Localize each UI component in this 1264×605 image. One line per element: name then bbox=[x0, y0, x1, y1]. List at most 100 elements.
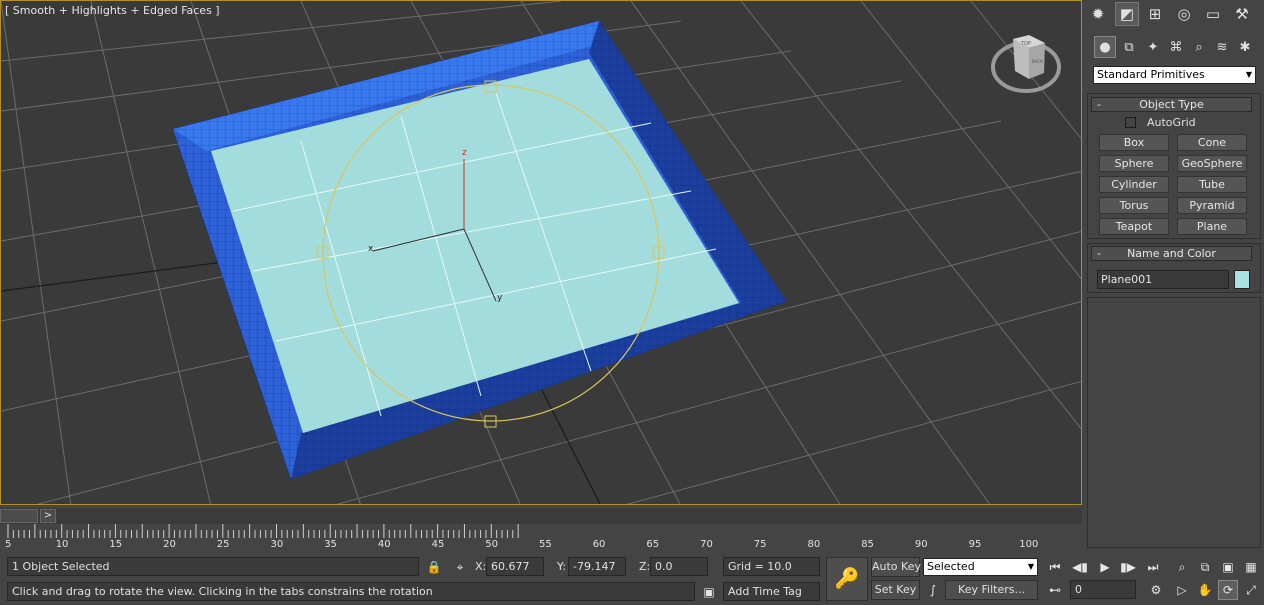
track-bar-tick-label: 80 bbox=[807, 539, 821, 550]
systems-icon[interactable]: ✱ bbox=[1234, 36, 1256, 58]
cameras-icon[interactable]: ⌘ bbox=[1165, 36, 1187, 58]
set-key-icon[interactable]: 🔑 bbox=[826, 557, 868, 601]
track-bar-tick-label: 25 bbox=[216, 539, 230, 550]
viewcube[interactable]: TOP BACK bbox=[991, 35, 1061, 93]
helpers-icon[interactable]: ⌕ bbox=[1188, 36, 1210, 58]
track-bar-tick-label: 70 bbox=[700, 539, 713, 550]
motion-icon[interactable]: ◎ bbox=[1172, 2, 1196, 26]
track-bar-tick-label: 45 bbox=[431, 539, 445, 550]
autogrid-checkbox[interactable] bbox=[1125, 117, 1136, 128]
x-coordinate-field[interactable]: 60.677 bbox=[486, 557, 544, 576]
tube-button[interactable]: Tube bbox=[1177, 176, 1247, 193]
key-mode-dropdown[interactable]: Selected ▼ bbox=[923, 558, 1038, 576]
track-bar-tick-label: 90 bbox=[914, 539, 928, 550]
track-bar-ticks bbox=[7, 524, 519, 538]
add-time-tag-button[interactable]: Add Time Tag bbox=[723, 582, 820, 601]
track-bar-tick-label: 100 bbox=[1019, 539, 1039, 550]
teapot-button[interactable]: Teapot bbox=[1099, 218, 1169, 235]
utilities-icon[interactable]: ⚒ bbox=[1230, 2, 1254, 26]
prompt-line: Click and drag to rotate the view. Click… bbox=[7, 582, 695, 601]
selection-status: 1 Object Selected bbox=[7, 557, 419, 576]
sphere-button[interactable]: Sphere bbox=[1099, 155, 1169, 172]
create-icon[interactable]: ✹ bbox=[1086, 2, 1110, 26]
y-coordinate-field[interactable]: -79.147 bbox=[568, 557, 626, 576]
lights-icon[interactable]: ✦ bbox=[1142, 36, 1164, 58]
object-type-header[interactable]: - Object Type bbox=[1091, 97, 1252, 112]
torus-button[interactable]: Torus bbox=[1099, 197, 1169, 214]
time-tag-icon[interactable]: ▣ bbox=[699, 582, 719, 602]
zoom-extents-all-icon[interactable]: ▦ bbox=[1241, 557, 1261, 577]
shapes-icon[interactable]: ⧉ bbox=[1118, 36, 1140, 58]
autogrid-label: AutoGrid bbox=[1147, 116, 1196, 129]
lock-selection-icon[interactable]: 🔒 bbox=[424, 557, 444, 577]
perspective-viewport[interactable]: z x y TOP BACK [ Smooth + Highlights + E… bbox=[0, 0, 1082, 505]
track-bar-tick-label: 40 bbox=[377, 539, 391, 550]
track-bar-tick-label: 10 bbox=[55, 539, 69, 550]
time-configuration-icon[interactable]: ⚙ bbox=[1146, 580, 1166, 600]
previous-frame-icon[interactable]: ◀▮ bbox=[1070, 557, 1090, 577]
track-bar-tick-label: 95 bbox=[968, 539, 982, 550]
zoom-extents-icon[interactable]: ▣ bbox=[1218, 557, 1238, 577]
cylinder-button[interactable]: Cylinder bbox=[1099, 176, 1169, 193]
maximize-viewport-icon[interactable]: ⤢ bbox=[1241, 580, 1261, 600]
track-bar-tick-label: 50 bbox=[485, 539, 499, 550]
svg-text:TOP: TOP bbox=[1020, 41, 1031, 47]
name-color-header[interactable]: - Name and Color bbox=[1091, 246, 1252, 261]
x-label: X: bbox=[475, 560, 487, 573]
cone-button[interactable]: Cone bbox=[1177, 134, 1247, 151]
track-bar-tick-label: 75 bbox=[753, 539, 767, 550]
grid-size-display: Grid = 10.0 bbox=[723, 557, 820, 576]
track-bar-tick-label: 35 bbox=[324, 539, 337, 550]
track-bar-tick-label: 65 bbox=[646, 539, 660, 550]
track-bar[interactable]: 5 10 15 20 25 30 35 40 45 50 55 60 65 70 75 80 85 90 95 100 bbox=[0, 524, 1082, 554]
track-bar-tick-label: 85 bbox=[861, 539, 874, 550]
plane-button[interactable]: Plane bbox=[1177, 218, 1247, 235]
track-bar-tick-label: 30 bbox=[270, 539, 284, 550]
go-to-end-icon[interactable]: ⏭ bbox=[1143, 557, 1163, 577]
time-slider-next-button[interactable]: > bbox=[40, 509, 56, 523]
box-button[interactable]: Box bbox=[1099, 134, 1169, 151]
geosphere-button[interactable]: GeoSphere bbox=[1177, 155, 1247, 172]
track-bar-tick-label: 60 bbox=[592, 539, 606, 550]
axis-label-x: x bbox=[368, 244, 374, 254]
geometry-icon[interactable]: ● bbox=[1094, 36, 1116, 58]
track-bar-tick-label: 55 bbox=[539, 539, 552, 550]
z-label: Z: bbox=[639, 560, 651, 573]
set-key-button[interactable]: Set Key bbox=[871, 580, 920, 600]
next-frame-icon[interactable]: ▮▶ bbox=[1118, 557, 1138, 577]
track-bar-tick-label: 20 bbox=[163, 539, 176, 550]
auto-key-button[interactable]: Auto Key bbox=[871, 557, 921, 577]
time-slider-track[interactable] bbox=[0, 508, 1082, 524]
axis-label-z: z bbox=[462, 148, 467, 158]
track-bar-tick-label: 15 bbox=[109, 539, 123, 550]
modify-icon[interactable]: ◩ bbox=[1115, 2, 1139, 26]
z-coordinate-field[interactable]: 0.0 bbox=[650, 557, 708, 576]
display-icon[interactable]: ▭ bbox=[1201, 2, 1225, 26]
object-name-field[interactable]: Plane001 bbox=[1097, 270, 1229, 289]
key-mode-toggle-icon[interactable]: ⊷ bbox=[1045, 580, 1065, 600]
curve-editor-icon[interactable]: ∫ bbox=[923, 580, 943, 600]
track-bar-tick-label: 5 bbox=[5, 539, 12, 550]
axis-label-y: y bbox=[497, 293, 503, 303]
hierarchy-icon[interactable]: ⊞ bbox=[1143, 2, 1167, 26]
y-label: Y: bbox=[557, 560, 566, 573]
field-of-view-icon[interactable]: ▷ bbox=[1172, 580, 1192, 600]
svg-text:BACK: BACK bbox=[1032, 59, 1043, 64]
orbit-icon[interactable]: ⟳ bbox=[1218, 580, 1238, 600]
go-to-start-icon[interactable]: ⏮ bbox=[1045, 557, 1065, 577]
key-filters-button[interactable]: Key Filters... bbox=[945, 580, 1038, 600]
current-frame-field[interactable]: 0 bbox=[1070, 580, 1136, 599]
pyramid-button[interactable]: Pyramid bbox=[1177, 197, 1247, 214]
viewport-scene: z x y TOP BACK bbox=[1, 1, 1081, 504]
zoom-all-icon[interactable]: ⧉ bbox=[1195, 557, 1215, 577]
pan-view-icon[interactable]: ✋ bbox=[1195, 580, 1215, 600]
time-slider-thumb[interactable] bbox=[0, 509, 38, 523]
viewport-label[interactable]: [ Smooth + Highlights + Edged Faces ] bbox=[5, 4, 220, 17]
category-dropdown[interactable]: Standard Primitives ▼ bbox=[1093, 66, 1256, 84]
zoom-icon[interactable]: ⌕ bbox=[1172, 557, 1192, 577]
spacewarps-icon[interactable]: ≋ bbox=[1211, 36, 1233, 58]
command-panel: ✹ ◩ ⊞ ◎ ▭ ⚒ ● ⧉ ✦ ⌘ ⌕ ≋ ✱ Standard Primi… bbox=[1083, 0, 1264, 548]
object-color-swatch[interactable] bbox=[1234, 270, 1250, 289]
absolute-mode-icon[interactable]: ⌖ bbox=[450, 557, 470, 577]
play-icon[interactable]: ▶ bbox=[1095, 557, 1115, 577]
